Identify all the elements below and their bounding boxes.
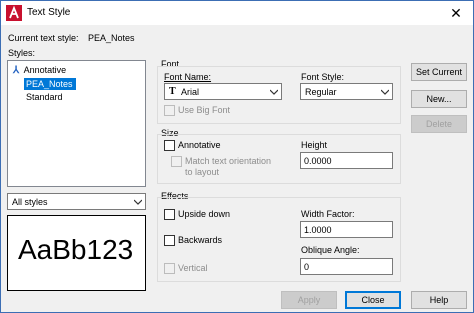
list-item[interactable]: Standard xyxy=(26,92,63,102)
style-filter-dropdown[interactable]: All styles xyxy=(7,193,146,210)
font-name-label: Font Name: xyxy=(164,72,212,82)
current-style-value: PEA_Notes xyxy=(88,33,135,43)
delete-button[interactable]: Delete xyxy=(411,115,467,133)
height-label: Height xyxy=(301,140,328,150)
preview-text: AaBb123 xyxy=(18,234,134,265)
annotative-icon: ⅄ xyxy=(13,65,20,76)
match-orientation-label-2: to layout xyxy=(185,167,220,177)
backwards-checkbox[interactable] xyxy=(164,235,175,246)
preview-panel: AaBb123 xyxy=(7,215,146,291)
text-style-dialog: Text Style ✕ Current text style: PEA_Not… xyxy=(0,0,474,313)
oblique-angle-input[interactable]: 0 xyxy=(300,258,393,275)
styles-list[interactable]: ⅄ Annotative PEA_Notes Standard xyxy=(7,60,146,187)
list-item[interactable]: ⅄ Annotative xyxy=(13,65,66,76)
upside-down-label: Upside down xyxy=(178,209,231,219)
window-title: Text Style xyxy=(27,7,71,18)
backwards-label: Backwards xyxy=(178,235,223,245)
match-orientation-label-1: Match text orientation xyxy=(185,156,272,166)
font-style-dropdown[interactable]: Regular xyxy=(300,83,393,100)
vertical-label: Vertical xyxy=(178,263,208,273)
new-button[interactable]: New... xyxy=(411,90,467,108)
apply-button[interactable]: Apply xyxy=(281,291,337,309)
height-input[interactable]: 0.0000 xyxy=(300,152,393,169)
chevron-down-icon xyxy=(270,89,278,95)
vertical-checkbox[interactable] xyxy=(164,263,175,274)
width-factor-label: Width Factor: xyxy=(301,209,355,219)
styles-label: Styles: xyxy=(8,48,36,58)
upside-down-checkbox[interactable] xyxy=(164,209,175,220)
oblique-angle-label: Oblique Angle: xyxy=(301,245,360,255)
chevron-down-icon xyxy=(381,89,389,95)
autocad-app-icon xyxy=(6,5,22,21)
help-button[interactable]: Help xyxy=(411,291,467,309)
font-name-dropdown[interactable]: T Arial xyxy=(164,83,282,100)
use-big-font-checkbox[interactable] xyxy=(164,105,175,116)
close-window-icon[interactable]: ✕ xyxy=(441,3,471,23)
width-factor-input[interactable]: 1.0000 xyxy=(300,221,393,238)
annotative-checkbox[interactable] xyxy=(164,140,175,151)
match-orientation-checkbox[interactable] xyxy=(171,156,182,167)
font-style-label: Font Style: xyxy=(301,72,345,82)
set-current-button[interactable]: Set Current xyxy=(411,63,467,81)
close-button[interactable]: Close xyxy=(345,291,401,309)
current-style-label: Current text style: xyxy=(8,33,79,43)
list-item-selected[interactable]: PEA_Notes xyxy=(24,78,76,90)
use-big-font-label: Use Big Font xyxy=(178,105,231,115)
annotative-label: Annotative xyxy=(178,140,221,150)
truetype-icon: T xyxy=(169,86,176,97)
chevron-down-icon xyxy=(134,199,142,205)
title-bar: Text Style ✕ xyxy=(1,1,473,25)
